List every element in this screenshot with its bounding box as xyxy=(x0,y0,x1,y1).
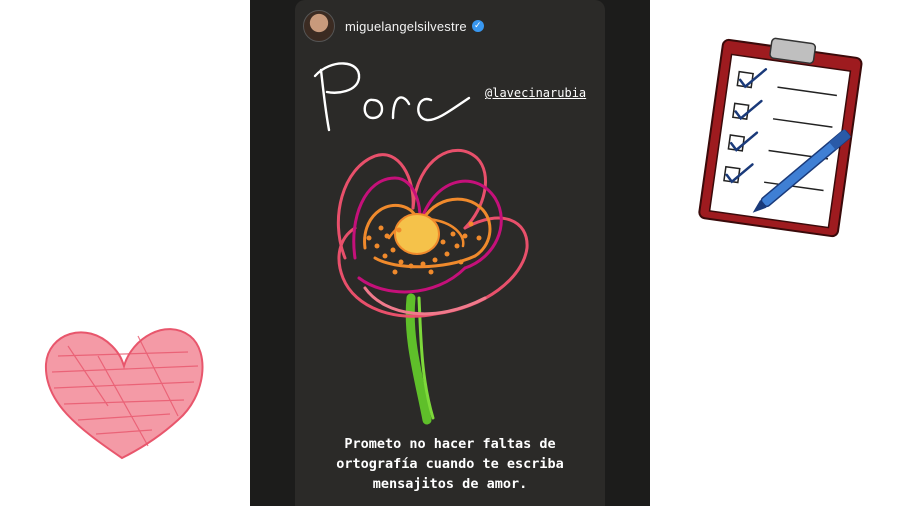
story-header: miguelangelsilvestre ✓ xyxy=(303,10,484,42)
clipboard-checklist-icon xyxy=(698,37,863,238)
flower-drawing xyxy=(336,148,529,425)
caption-line: Prometo no hacer faltas de xyxy=(344,436,556,452)
mention-link[interactable]: @lavecinarubia xyxy=(485,86,586,100)
caption-line: mensajitos de amor. xyxy=(372,476,528,492)
handwritten-word xyxy=(313,62,471,132)
username[interactable]: miguelangelsilvestre xyxy=(345,19,467,34)
story-caption: Prometo no hacer faltas de ortografía cu… xyxy=(295,434,605,494)
avatar[interactable] xyxy=(303,10,335,42)
heart-doodle-icon xyxy=(44,328,204,460)
verified-badge-icon: ✓ xyxy=(471,20,484,32)
caption-line: ortografía cuando te escriba xyxy=(336,456,564,472)
story-card: miguelangelsilvestre ✓ @lavecinarubia Pr… xyxy=(295,0,605,506)
